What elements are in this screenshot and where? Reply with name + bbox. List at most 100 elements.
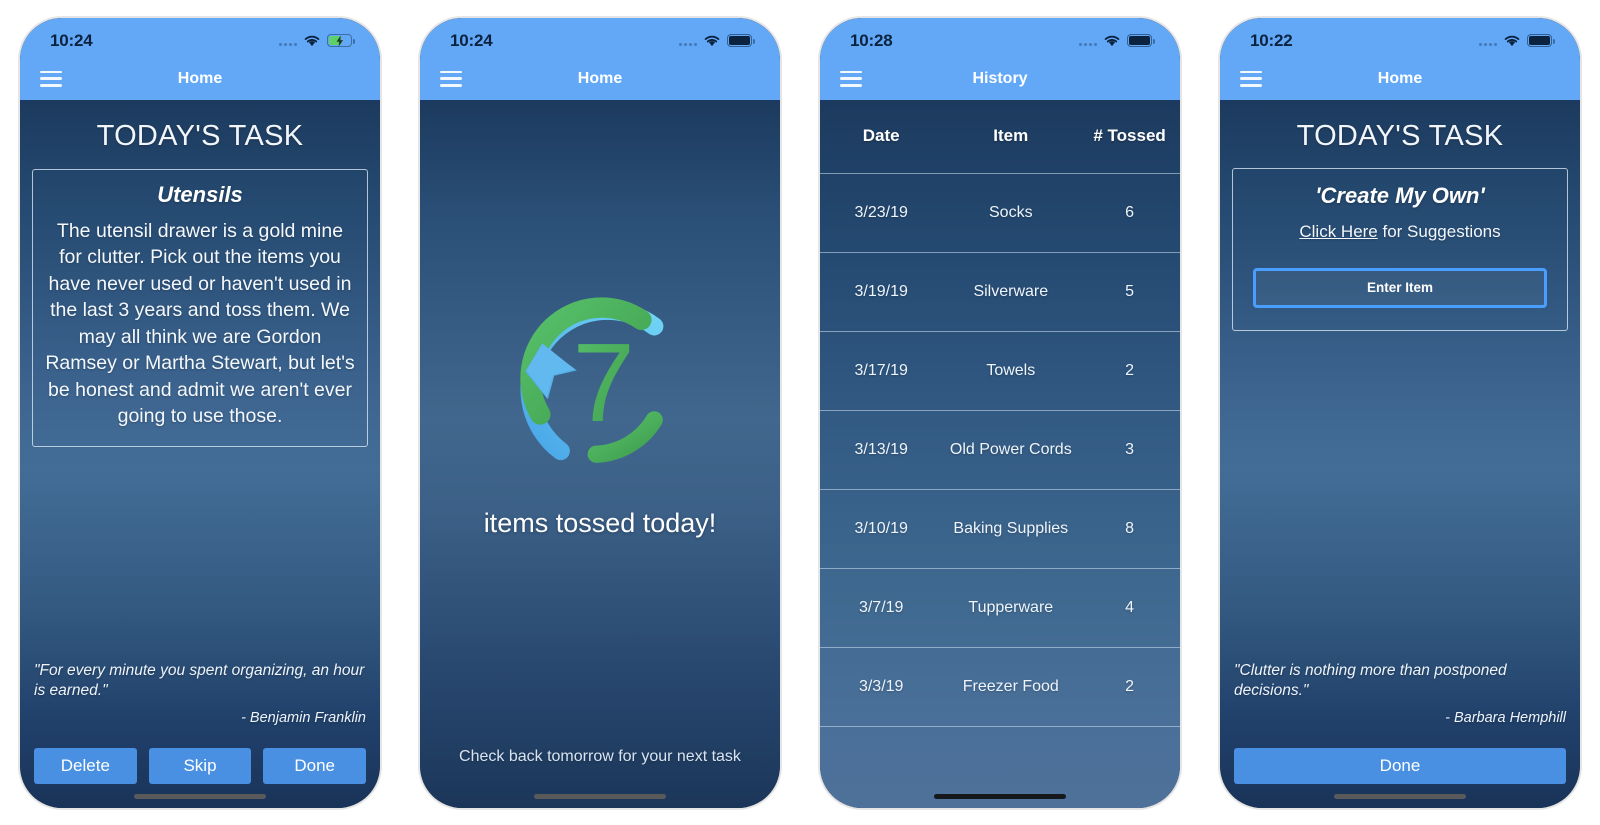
table-row[interactable]: 3/19/19 Silverware 5 [820, 251, 1180, 331]
status-time: 10:28 [850, 30, 893, 50]
cell-date: 3/17/19 [854, 361, 908, 379]
body-4: TODAY'S TASK 'Create My Own' Click Here … [1220, 99, 1580, 808]
nav-bar-1: Home [20, 57, 380, 100]
column-header-date: Date [862, 126, 900, 145]
nav-title: Home [1377, 69, 1423, 87]
home-indicator[interactable] [134, 793, 266, 799]
nav-title: Home [577, 69, 623, 87]
status-icons [679, 34, 755, 47]
cell-item: Freezer Food [962, 677, 1059, 695]
quote-text: "Clutter is nothing more than postponed … [1234, 662, 1507, 700]
wifi-icon [1504, 35, 1520, 47]
status-bar-1: 10:24 [20, 17, 380, 58]
done-button[interactable]: Done [1234, 747, 1566, 784]
status-time: 10:22 [1250, 30, 1293, 50]
nav-bar-3: History [820, 57, 1180, 100]
home-indicator[interactable] [934, 793, 1066, 799]
home-indicator[interactable] [534, 793, 666, 799]
home-indicator[interactable] [1334, 793, 1466, 799]
phone-3-history: 10:28 History Date Item # Tossed 3/23/19… [820, 17, 1180, 808]
quote-block-4: "Clutter is nothing more than postponed … [1220, 661, 1580, 725]
create-my-own-card: 'Create My Own' Click Here for Suggestio… [1232, 167, 1568, 331]
wifi-icon [304, 35, 320, 47]
table-row[interactable]: 3/10/19 Baking Supplies 8 [820, 488, 1180, 568]
screen-3: 10:28 History Date Item # Tossed 3/23/19… [820, 17, 1180, 808]
cell-item: Old Power Cords [949, 440, 1072, 458]
phone-2-home-counter: 10:24 Home 7 items tossed today! Check b… [420, 17, 780, 808]
column-header-item: Item [993, 126, 1029, 145]
charging-bolt-icon [336, 35, 344, 46]
tossed-label: items tossed today! [483, 507, 717, 538]
click-here-link[interactable]: Click Here [1299, 222, 1377, 241]
signal-dots-icon [279, 36, 297, 46]
skip-button[interactable]: Skip [148, 747, 252, 784]
cell-date: 3/19/19 [854, 282, 908, 300]
wifi-icon [1104, 35, 1120, 47]
screenshot-stage: 10:24 Home TODAY'S TASK Utensils The ute… [0, 0, 1600, 825]
hamburger-menu-icon[interactable] [1240, 70, 1262, 87]
cell-item: Towels [986, 361, 1036, 379]
nav-title: Home [177, 69, 223, 87]
table-header-row: Date Item # Tossed [820, 100, 1180, 173]
status-time: 10:24 [50, 30, 93, 50]
quote-author: - Benjamin Franklin [241, 709, 366, 726]
status-icons [279, 34, 355, 47]
cell-date: 3/3/19 [858, 677, 904, 695]
cell-item: Tupperware [968, 598, 1054, 616]
nav-bar-4: Home [1220, 57, 1580, 100]
cell-date: 3/13/19 [854, 440, 908, 458]
cell-date: 3/10/19 [854, 519, 908, 537]
cell-count: 8 [1125, 519, 1135, 537]
cell-date: 3/23/19 [854, 203, 908, 221]
battery-full-icon [727, 34, 755, 47]
action-button-row: Done [1220, 747, 1580, 784]
delete-button[interactable]: Delete [34, 747, 137, 784]
history-table: Date Item # Tossed 3/23/19 Socks 6 3/19/… [820, 100, 1180, 808]
cell-item: Silverware [973, 282, 1049, 300]
cell-count: 2 [1125, 361, 1135, 379]
enter-item-input[interactable]: Enter Item [1253, 267, 1547, 308]
table-row[interactable]: 3/13/19 Old Power Cords 3 [820, 409, 1180, 489]
task-description: The utensil drawer is a gold mine for cl… [45, 219, 355, 428]
body-3: Date Item # Tossed 3/23/19 Socks 6 3/19/… [820, 99, 1180, 808]
signal-dots-icon [1479, 36, 1497, 46]
nav-bar-2: Home [420, 57, 780, 100]
body-1: TODAY'S TASK Utensils The utensil drawer… [20, 99, 380, 808]
screen-2: 10:24 Home 7 items tossed today! Check b… [420, 17, 780, 808]
cell-count: 2 [1125, 677, 1135, 695]
page-title: TODAY'S TASK [1296, 119, 1504, 152]
cell-item: Socks [989, 203, 1033, 221]
action-button-row: Delete Skip Done [20, 747, 380, 784]
recycle-arrows-logo: 7 [519, 296, 663, 463]
screen-4: 10:22 Home TODAY'S TASK 'Create My Own' … [1220, 17, 1580, 808]
phone-1-todays-task: 10:24 Home TODAY'S TASK Utensils The ute… [20, 17, 380, 808]
battery-full-icon [1127, 34, 1155, 47]
cell-date: 3/7/19 [858, 598, 904, 616]
quote-block-1: "For every minute you spent organizing, … [20, 661, 380, 725]
table-row[interactable]: 3/3/19 Freezer Food 2 [820, 646, 1180, 726]
cell-count: 3 [1125, 440, 1135, 458]
quote-author: - Barbara Hemphill [1445, 709, 1566, 726]
tossed-count: 7 [572, 319, 634, 444]
cell-count: 6 [1125, 203, 1135, 221]
done-button[interactable]: Done [263, 747, 367, 784]
nav-title: History [972, 69, 1028, 87]
signal-dots-icon [1079, 36, 1097, 46]
task-card: Utensils The utensil drawer is a gold mi… [32, 168, 368, 447]
logo-area: 7 items tossed today! [420, 100, 780, 748]
table-row[interactable]: 3/23/19 Socks 6 [820, 172, 1180, 252]
hamburger-menu-icon[interactable] [40, 70, 62, 87]
battery-charging-icon [327, 34, 355, 47]
status-icons [1479, 34, 1555, 47]
suggestions-line: Click Here for Suggestions [1247, 222, 1553, 242]
cell-count: 5 [1125, 282, 1135, 300]
task-name: Utensils [157, 181, 243, 207]
status-bar-4: 10:22 [1220, 17, 1580, 58]
table-row[interactable]: 3/7/19 Tupperware 4 [820, 567, 1180, 647]
table-row[interactable]: 3/17/19 Towels 2 [820, 330, 1180, 410]
page-title: TODAY'S TASK [96, 119, 304, 152]
hamburger-menu-icon[interactable] [840, 70, 862, 87]
cell-item: Baking Supplies [953, 519, 1069, 537]
hamburger-menu-icon[interactable] [440, 70, 462, 87]
screen-1: 10:24 Home TODAY'S TASK Utensils The ute… [20, 17, 380, 808]
